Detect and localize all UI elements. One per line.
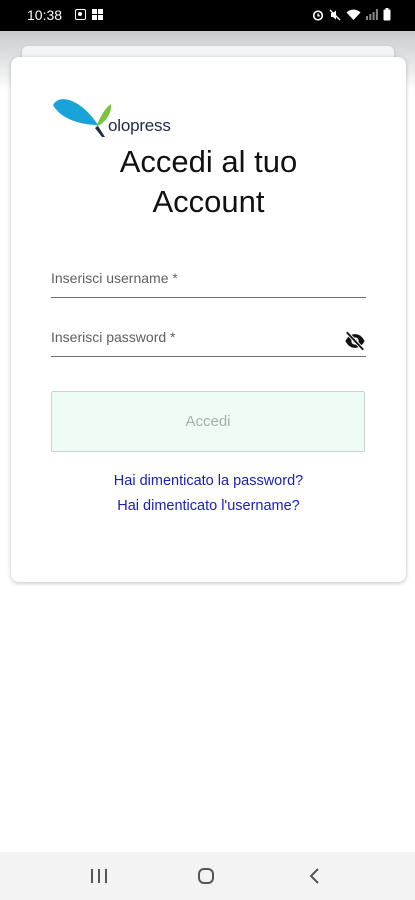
notification-icon bbox=[75, 9, 86, 20]
forgot-password-link[interactable]: Hai dimenticato la password? bbox=[11, 473, 406, 489]
toggle-visibility-icon[interactable] bbox=[344, 330, 366, 352]
forgot-username-link[interactable]: Hai dimenticato l'username? bbox=[11, 498, 406, 514]
mute-icon bbox=[329, 9, 341, 20]
username-label: Inserisci username * bbox=[51, 270, 178, 286]
signal-icon bbox=[366, 9, 378, 20]
volopress-logo: olopress bbox=[51, 95, 181, 137]
home-icon[interactable] bbox=[193, 864, 219, 888]
password-label: Inserisci password * bbox=[51, 329, 176, 345]
page-title: Accedi al tuo Account bbox=[11, 142, 406, 222]
login-button[interactable]: Accedi bbox=[51, 391, 365, 452]
login-card: olopress Accedi al tuo Account Inserisci… bbox=[11, 57, 406, 582]
title-line-2: Account bbox=[152, 184, 265, 219]
battery-icon bbox=[383, 8, 391, 21]
username-field[interactable]: Inserisci username * bbox=[51, 267, 366, 298]
status-left-icons bbox=[75, 9, 103, 20]
recents-icon[interactable] bbox=[86, 864, 112, 888]
status-time: 10:38 bbox=[27, 7, 63, 23]
back-icon[interactable] bbox=[302, 864, 328, 888]
password-field[interactable]: Inserisci password * bbox=[51, 326, 366, 357]
gallery-icon bbox=[92, 9, 103, 20]
status-bar: 10:38 bbox=[0, 0, 415, 31]
wifi-icon bbox=[346, 9, 361, 20]
logo-leaves-icon bbox=[53, 99, 112, 137]
alarm-icon bbox=[312, 9, 324, 21]
status-right-icons bbox=[312, 8, 391, 21]
title-line-1: Accedi al tuo bbox=[119, 144, 298, 179]
logo-text: olopress bbox=[108, 116, 171, 135]
navigation-bar bbox=[0, 852, 415, 900]
